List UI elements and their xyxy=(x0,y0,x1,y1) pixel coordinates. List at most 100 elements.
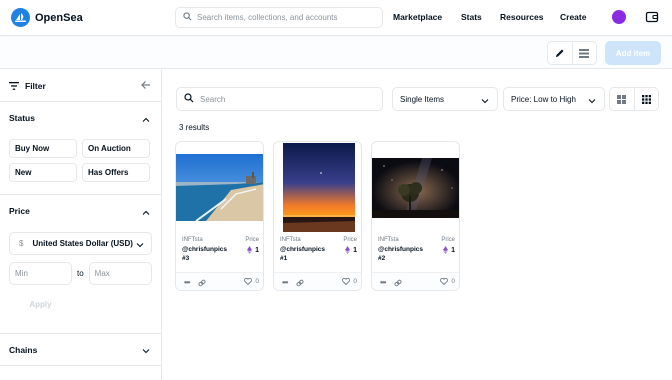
nft-card[interactable]: INFTsta Price @chrisfunpics 1 #2 ••• 0 xyxy=(371,141,460,291)
chains-title: Chains xyxy=(9,344,38,355)
sort-select[interactable]: Price: Low to High xyxy=(503,87,605,111)
filter-sidebar: Filter Status Buy Now On Auction New Has… xyxy=(0,70,162,380)
collection-toolbar: Add item xyxy=(0,37,672,69)
beach-scene-image xyxy=(176,142,263,233)
item-type-value: Single Items xyxy=(400,94,445,104)
global-search[interactable] xyxy=(175,7,383,28)
like-button[interactable]: 0 xyxy=(244,278,259,285)
currency-value: United States Dollar (USD) xyxy=(32,239,133,248)
brand-name: OpenSea xyxy=(35,11,83,24)
like-button[interactable]: 0 xyxy=(440,278,455,285)
token-number: #2 xyxy=(378,255,386,262)
status-title: Status xyxy=(9,112,35,123)
card-footer: ••• 0 xyxy=(274,272,361,290)
opensea-logo-icon xyxy=(11,8,30,27)
like-count: 0 xyxy=(353,278,357,285)
max-price-field[interactable] xyxy=(88,262,152,285)
price-value: 1 xyxy=(443,246,455,254)
items-panel: Single Items Price: Low to High 3 result… xyxy=(163,70,672,380)
nav-create[interactable]: Create xyxy=(560,12,586,22)
price-amount: 1 xyxy=(255,246,259,254)
status-new[interactable]: New xyxy=(9,163,77,182)
price-toggle[interactable]: Price xyxy=(0,195,161,226)
wallet-icon[interactable] xyxy=(645,10,659,26)
link-icon[interactable] xyxy=(394,279,402,289)
collapse-sidebar-arrow-icon[interactable] xyxy=(141,80,151,92)
token-number: #1 xyxy=(280,255,288,262)
price-label: Price xyxy=(441,237,455,243)
apply-button[interactable]: Apply xyxy=(9,293,72,315)
chevron-down-icon xyxy=(136,241,144,250)
edit-button[interactable] xyxy=(548,42,572,64)
status-toggle[interactable]: Status xyxy=(0,102,161,133)
nav-stats[interactable]: Stats xyxy=(461,12,482,22)
search-icon xyxy=(184,93,194,105)
status-has-offers[interactable]: Has Offers xyxy=(82,163,150,182)
like-count: 0 xyxy=(451,278,455,285)
chevron-up-icon xyxy=(142,207,150,217)
large-grid-button[interactable] xyxy=(610,88,634,110)
price-label: Price xyxy=(343,237,357,243)
collection-name: INFTsta xyxy=(378,237,399,243)
price-section: Price $ United States Dollar (USD) to Ap… xyxy=(0,195,161,334)
small-grid-button[interactable] xyxy=(633,88,659,110)
top-navigation: OpenSea Marketplace Stats Resources Crea… xyxy=(0,0,672,36)
like-button[interactable]: 0 xyxy=(342,278,357,285)
max-price-input[interactable] xyxy=(94,269,151,278)
more-options-icon[interactable]: ••• xyxy=(282,278,288,287)
list-icon xyxy=(579,48,590,58)
token-number: #3 xyxy=(182,255,190,262)
global-search-input[interactable] xyxy=(197,13,382,22)
large-grid-icon xyxy=(617,94,627,104)
nav-marketplace[interactable]: Marketplace xyxy=(393,12,442,22)
currency-select[interactable]: $ United States Dollar (USD) xyxy=(9,232,152,255)
nav-resources[interactable]: Resources xyxy=(500,12,543,22)
owner-handle: @chrisfunpics xyxy=(280,246,325,253)
price-value: 1 xyxy=(247,246,259,254)
ethereum-icon xyxy=(443,246,449,254)
price-title: Price xyxy=(9,205,30,216)
like-count: 0 xyxy=(255,278,259,285)
min-price-field[interactable] xyxy=(9,262,72,285)
item-type-select[interactable]: Single Items xyxy=(392,87,498,111)
add-item-button[interactable]: Add item xyxy=(605,41,661,65)
nft-card[interactable]: INFTsta Price @chrisfunpics 1 #3 ••• 0 xyxy=(175,141,264,291)
sort-value: Price: Low to High xyxy=(511,94,576,104)
chevron-down-icon xyxy=(481,97,489,106)
chevron-down-icon xyxy=(588,97,596,106)
items-search[interactable] xyxy=(176,87,383,111)
min-price-input[interactable] xyxy=(15,269,71,278)
status-on-auction[interactable]: On Auction xyxy=(82,139,150,158)
search-icon xyxy=(183,12,192,23)
price-amount: 1 xyxy=(353,246,357,254)
price-amount: 1 xyxy=(451,246,455,254)
night-sky-tree-image xyxy=(372,142,459,233)
list-view-button[interactable] xyxy=(571,42,597,64)
items-search-input[interactable] xyxy=(200,94,382,104)
ethereum-icon xyxy=(247,246,253,254)
link-icon[interactable] xyxy=(198,279,206,289)
dollar-sign: $ xyxy=(19,239,24,248)
price-value: 1 xyxy=(345,246,357,254)
filter-title: Filter xyxy=(25,80,46,91)
heart-icon xyxy=(244,278,253,285)
heart-icon xyxy=(342,278,351,285)
edit-actions xyxy=(547,41,597,65)
small-grid-icon xyxy=(641,94,651,104)
filter-icon xyxy=(9,81,19,90)
grid-size-toggle xyxy=(609,87,659,111)
nft-card[interactable]: INFTsta Price @chrisfunpics 1 #1 ••• 0 xyxy=(273,141,362,291)
more-options-icon[interactable]: ••• xyxy=(184,278,190,287)
heart-icon xyxy=(440,278,449,285)
more-options-icon[interactable]: ••• xyxy=(380,278,386,287)
avatar[interactable] xyxy=(612,10,626,24)
chevron-up-icon xyxy=(142,114,150,124)
owner-handle: @chrisfunpics xyxy=(182,246,227,253)
price-body: $ United States Dollar (USD) to Apply xyxy=(0,232,161,333)
status-buy-now[interactable]: Buy Now xyxy=(9,139,77,158)
opensea-logo[interactable]: OpenSea xyxy=(11,8,83,27)
link-icon[interactable] xyxy=(296,279,304,289)
pencil-icon xyxy=(555,49,564,57)
owner-handle: @chrisfunpics xyxy=(378,246,423,253)
chains-toggle[interactable]: Chains xyxy=(0,334,161,365)
